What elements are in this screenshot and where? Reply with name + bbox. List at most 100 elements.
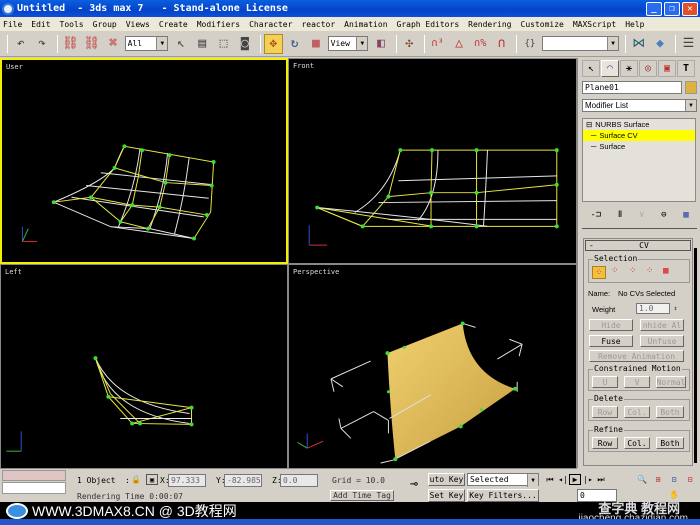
unhide-all-button[interactable]: nhide Al: [640, 319, 684, 331]
zoom-extents-icon[interactable]: ⊡: [668, 474, 680, 485]
reference-coordinate-dropdown[interactable]: View ▼: [327, 36, 369, 51]
add-time-tag-button[interactable]: Add Time Tag: [330, 490, 394, 501]
maxscript-listener-pink[interactable]: [2, 470, 66, 481]
constrain-v-button[interactable]: V: [624, 376, 650, 388]
select-and-rotate-icon[interactable]: ↻: [285, 34, 304, 54]
select-by-name-icon[interactable]: ▤: [193, 34, 212, 54]
delete-col-button[interactable]: Col.: [624, 406, 650, 418]
zoom-extents-all-icon[interactable]: ⊟: [684, 474, 696, 485]
row-column-cv-icon[interactable]: ⁘: [646, 266, 654, 276]
motion-tab-icon[interactable]: ◎: [639, 59, 657, 77]
layer-manager-icon[interactable]: ☰: [679, 34, 698, 54]
select-object-icon[interactable]: ↖: [171, 34, 190, 54]
hide-button[interactable]: Hide: [589, 319, 633, 331]
refine-row-button[interactable]: Row: [592, 437, 618, 449]
stack-item-surface-cv[interactable]: ─ Surface CV: [583, 130, 695, 141]
bind-space-warp-icon[interactable]: ⌘: [103, 34, 122, 54]
select-and-manipulate-icon[interactable]: ✣: [400, 34, 419, 54]
chevron-down-icon[interactable]: ▼: [356, 37, 368, 50]
mirror-icon[interactable]: ⋈: [629, 34, 648, 54]
remove-modifier-icon[interactable]: ⊖: [661, 210, 666, 220]
display-tab-icon[interactable]: ▣: [658, 59, 676, 77]
maxscript-listener-white[interactable]: [2, 482, 66, 494]
menu-group[interactable]: Group: [93, 20, 117, 29]
absolute-mode-icon[interactable]: ▣: [146, 474, 158, 485]
previous-frame-icon[interactable]: ◂|: [557, 474, 569, 485]
menu-animation[interactable]: Animation: [344, 20, 387, 29]
chevron-down-icon[interactable]: ▼: [156, 37, 168, 50]
weight-spinner[interactable]: ⇕: [672, 303, 679, 314]
restore-button[interactable]: ❐: [664, 1, 680, 16]
viewport-left[interactable]: Left: [0, 264, 288, 469]
cv-rollout-header[interactable]: - CV: [585, 240, 691, 251]
delete-both-button[interactable]: Both: [656, 406, 684, 418]
constrain-normal-button[interactable]: Normal: [656, 376, 686, 388]
modifier-list-dropdown[interactable]: Modifier List ▼: [582, 99, 697, 112]
chevron-down-icon[interactable]: ▼: [607, 37, 619, 50]
configure-modifier-sets-icon[interactable]: ▦: [683, 210, 688, 220]
object-name-input[interactable]: Plane01: [582, 81, 682, 94]
play-icon[interactable]: ▶: [569, 474, 581, 485]
named-selection-sets-dropdown[interactable]: ▼: [541, 36, 620, 51]
constrain-u-button[interactable]: U: [592, 376, 618, 388]
menu-create[interactable]: Create: [159, 20, 188, 29]
show-end-result-icon[interactable]: Ⅱ: [618, 210, 622, 220]
menu-maxscript[interactable]: MAXScript: [573, 20, 616, 29]
redo-icon[interactable]: ↷: [32, 34, 51, 54]
rectangular-selection-icon[interactable]: ⬚: [214, 34, 233, 54]
x-coordinate-input[interactable]: 97.333: [168, 474, 206, 487]
menu-edit[interactable]: Edit: [31, 20, 50, 29]
window-crossing-icon[interactable]: ◙: [235, 34, 254, 54]
key-icon[interactable]: ⊸: [403, 477, 425, 492]
chevron-down-icon[interactable]: ▼: [685, 100, 696, 111]
menu-file[interactable]: File: [3, 20, 22, 29]
minimize-button[interactable]: _: [646, 1, 662, 16]
tree-connector-icon[interactable]: ⊟: [586, 120, 592, 129]
weight-input[interactable]: 1.0: [636, 303, 670, 314]
create-tab-icon[interactable]: ↖: [582, 59, 600, 77]
selection-filter-dropdown[interactable]: All ▼: [124, 36, 169, 51]
delete-row-button[interactable]: Row: [592, 406, 618, 418]
auto-key-button[interactable]: uto Key: [428, 473, 465, 486]
menu-customize[interactable]: Customize: [521, 20, 564, 29]
angle-snap-icon[interactable]: △: [449, 34, 468, 54]
make-unique-icon[interactable]: ∨: [639, 210, 644, 220]
go-to-start-icon[interactable]: ⏮: [544, 474, 556, 485]
menu-modifiers[interactable]: Modifiers: [197, 20, 240, 29]
z-coordinate-input[interactable]: 0.0: [280, 474, 318, 487]
menu-reactor[interactable]: reactor: [301, 20, 335, 29]
single-cv-icon[interactable]: ⁘: [592, 266, 606, 279]
select-and-move-icon[interactable]: ✥: [263, 33, 283, 54]
unfuse-button[interactable]: Unfuse: [640, 335, 684, 347]
percent-snap-icon[interactable]: ∩%: [471, 34, 490, 54]
go-to-end-icon[interactable]: ⏭: [595, 474, 607, 485]
y-coordinate-input[interactable]: -82.985: [224, 474, 262, 487]
menu-tools[interactable]: Tools: [60, 20, 84, 29]
modify-tab-icon[interactable]: ◠: [601, 59, 619, 77]
row-cv-icon[interactable]: ⁘: [611, 266, 619, 276]
menu-views[interactable]: Views: [126, 20, 150, 29]
zoom-icon[interactable]: 🔍: [636, 474, 648, 485]
edit-named-selection-icon[interactable]: {}: [520, 34, 539, 54]
column-cv-icon[interactable]: ⁘: [629, 266, 637, 276]
3d-snap-icon[interactable]: ∩³: [428, 34, 447, 54]
viewport-front[interactable]: Front: [288, 58, 577, 264]
refine-both-button[interactable]: Both: [656, 437, 684, 449]
key-mode-dropdown[interactable]: Selected ▼: [467, 473, 539, 487]
select-and-link-icon[interactable]: ⛓: [61, 34, 80, 54]
undo-icon[interactable]: ↶: [11, 34, 30, 54]
stack-item-nurbs-surface[interactable]: ⊟ NURBS Surface: [583, 119, 695, 130]
panel-scrollbar[interactable]: [694, 248, 697, 463]
close-button[interactable]: ✕: [682, 1, 698, 16]
viewport-perspective[interactable]: Perspective: [288, 264, 577, 469]
unlink-icon[interactable]: ⛓: [82, 34, 101, 54]
menu-help[interactable]: Help: [625, 20, 644, 29]
pin-stack-icon[interactable]: -⊐: [590, 210, 601, 220]
pivot-center-icon[interactable]: ◧: [371, 34, 390, 54]
utilities-tab-icon[interactable]: T: [677, 59, 695, 77]
next-frame-icon[interactable]: |▸: [582, 474, 594, 485]
select-and-scale-icon[interactable]: ■: [306, 34, 325, 54]
all-cv-icon[interactable]: ▦: [663, 266, 668, 276]
lock-selection-icon[interactable]: 🔒: [130, 474, 142, 485]
menu-rendering[interactable]: Rendering: [468, 20, 511, 29]
